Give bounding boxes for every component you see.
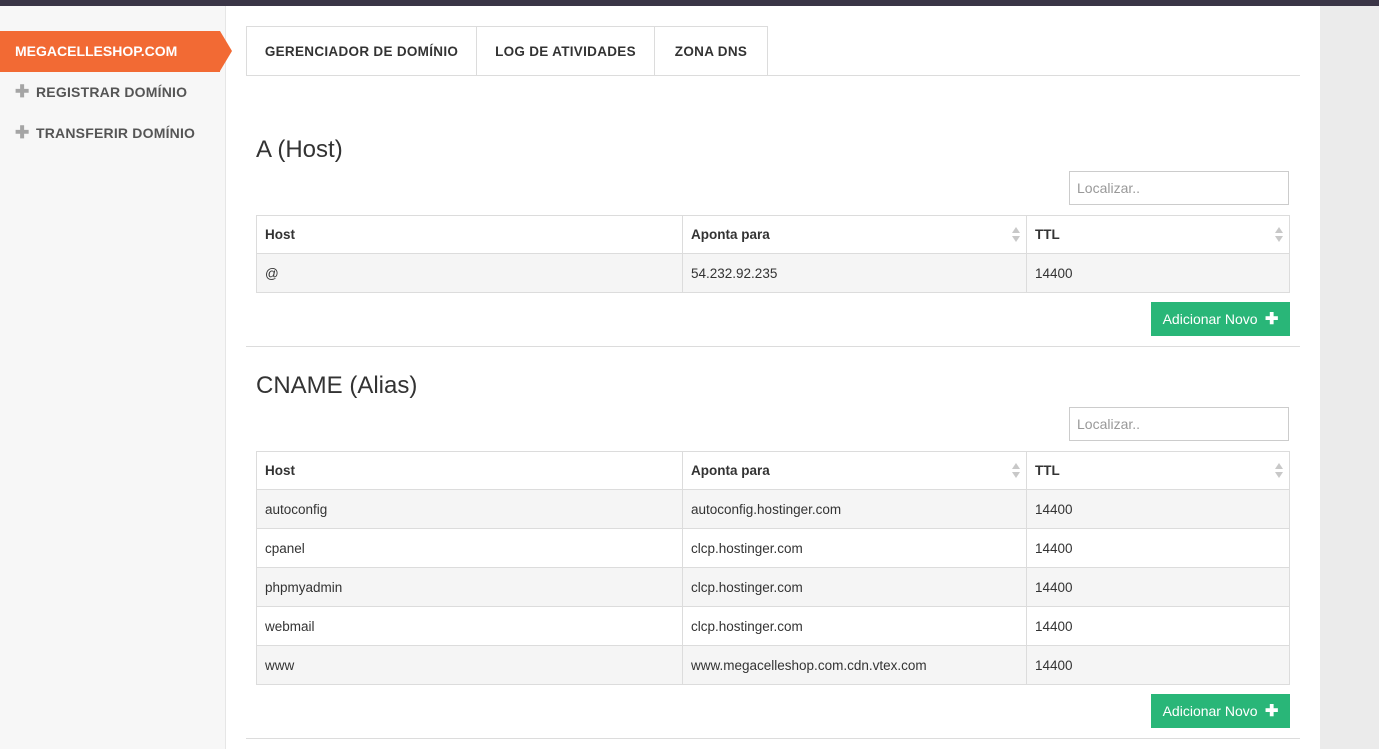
plus-icon: ✚ xyxy=(15,82,30,101)
active-arrow xyxy=(220,31,232,71)
table-row[interactable]: www www.megacelleshop.com.cdn.vtex.com 1… xyxy=(256,645,1290,685)
tabs-divider xyxy=(246,75,1300,76)
cell-host: cpanel xyxy=(256,528,683,568)
cell-ttl: 14400 xyxy=(1026,645,1290,685)
cell-host: www xyxy=(256,645,683,685)
cell-aponta-para: clcp.hostinger.com xyxy=(682,567,1027,607)
cell-host: autoconfig xyxy=(256,489,683,529)
column-header-label: Aponta para xyxy=(691,227,770,242)
column-header-ttl[interactable]: TTL xyxy=(1026,451,1290,490)
cell-ttl: 14400 xyxy=(1026,606,1290,646)
cell-aponta-para: www.megacelleshop.com.cdn.vtex.com xyxy=(682,645,1027,685)
cell-aponta-para: autoconfig.hostinger.com xyxy=(682,489,1027,529)
sidebar-item-label: TRANSFERIR DOMÍNIO xyxy=(36,125,196,141)
table-row[interactable]: @ 54.232.92.235 14400 xyxy=(256,253,1290,293)
add-button-label: Adicionar Novo xyxy=(1162,703,1258,719)
add-a-record-button[interactable]: Adicionar Novo ✚ xyxy=(1151,302,1290,336)
cell-aponta-para: 54.232.92.235 xyxy=(682,253,1027,293)
table-row[interactable]: cpanel clcp.hostinger.com 14400 xyxy=(256,528,1290,568)
column-header-ttl[interactable]: TTL xyxy=(1026,215,1290,254)
section-title-cname: CNAME (Alias) xyxy=(256,372,418,399)
sidebar-item-transferir[interactable]: ✚ TRANSFERIR DOMÍNIO xyxy=(15,123,195,143)
cell-host: webmail xyxy=(256,606,683,646)
cell-ttl: 14400 xyxy=(1026,567,1290,607)
cell-ttl: 14400 xyxy=(1026,253,1290,293)
section-divider xyxy=(246,738,1300,739)
cell-aponta-para: clcp.hostinger.com xyxy=(682,606,1027,646)
sidebar-item-registrar[interactable]: ✚ REGISTRAR DOMÍNIO xyxy=(15,82,187,102)
add-button-label: Adicionar Novo xyxy=(1162,311,1258,327)
sort-icon xyxy=(1012,227,1020,242)
tab-zona-dns[interactable]: ZONA DNS xyxy=(654,26,768,76)
section-divider xyxy=(246,346,1300,347)
column-header-label: TTL xyxy=(1035,227,1060,242)
right-gutter xyxy=(1320,6,1379,749)
column-header-label: Aponta para xyxy=(691,463,770,478)
search-input-cname[interactable] xyxy=(1069,407,1289,441)
a-records-table: Host Aponta para TTL @ 54.232.92.235 144… xyxy=(256,215,1290,293)
tab-log-atividades[interactable]: LOG DE ATIVIDADES xyxy=(476,26,655,75)
table-row[interactable]: webmail clcp.hostinger.com 14400 xyxy=(256,606,1290,646)
table-row[interactable]: autoconfig autoconfig.hostinger.com 1440… xyxy=(256,489,1290,529)
column-header-host[interactable]: Host xyxy=(256,451,683,490)
table-row[interactable]: phpmyadmin clcp.hostinger.com 14400 xyxy=(256,567,1290,607)
cell-host: @ xyxy=(256,253,683,293)
sidebar-item-label: REGISTRAR DOMÍNIO xyxy=(36,84,188,100)
sidebar: MEGACELLESHOP.COM ✚ REGISTRAR DOMÍNIO ✚ TR… xyxy=(0,6,232,749)
add-cname-record-button[interactable]: Adicionar Novo ✚ xyxy=(1151,694,1290,728)
tab-gerenciador[interactable]: GERENCIADOR DE DOMÍNIO xyxy=(246,26,477,75)
cell-host: phpmyadmin xyxy=(256,567,683,607)
plus-icon: ✚ xyxy=(1260,311,1279,328)
sidebar-domain-label: MEGACELLESHOP.COM xyxy=(15,43,178,59)
column-header-host[interactable]: Host xyxy=(256,215,683,254)
cell-aponta-para: clcp.hostinger.com xyxy=(682,528,1027,568)
column-header-label: TTL xyxy=(1035,463,1060,478)
search-input-a[interactable] xyxy=(1069,171,1289,205)
column-header-aponta-para[interactable]: Aponta para xyxy=(682,215,1027,254)
plus-icon: ✚ xyxy=(15,123,30,142)
sort-icon xyxy=(1275,227,1283,242)
sidebar-item-domain[interactable]: MEGACELLESHOP.COM xyxy=(0,31,232,72)
section-title-a-host: A (Host) xyxy=(256,136,343,163)
plus-icon: ✚ xyxy=(1260,703,1279,720)
cname-records-table: Host Aponta para TTL autoconfig autoconf… xyxy=(256,451,1290,685)
cell-ttl: 14400 xyxy=(1026,528,1290,568)
cell-ttl: 14400 xyxy=(1026,489,1290,529)
column-header-aponta-para[interactable]: Aponta para xyxy=(682,451,1027,490)
sort-icon xyxy=(1275,463,1283,478)
sort-icon xyxy=(1012,463,1020,478)
